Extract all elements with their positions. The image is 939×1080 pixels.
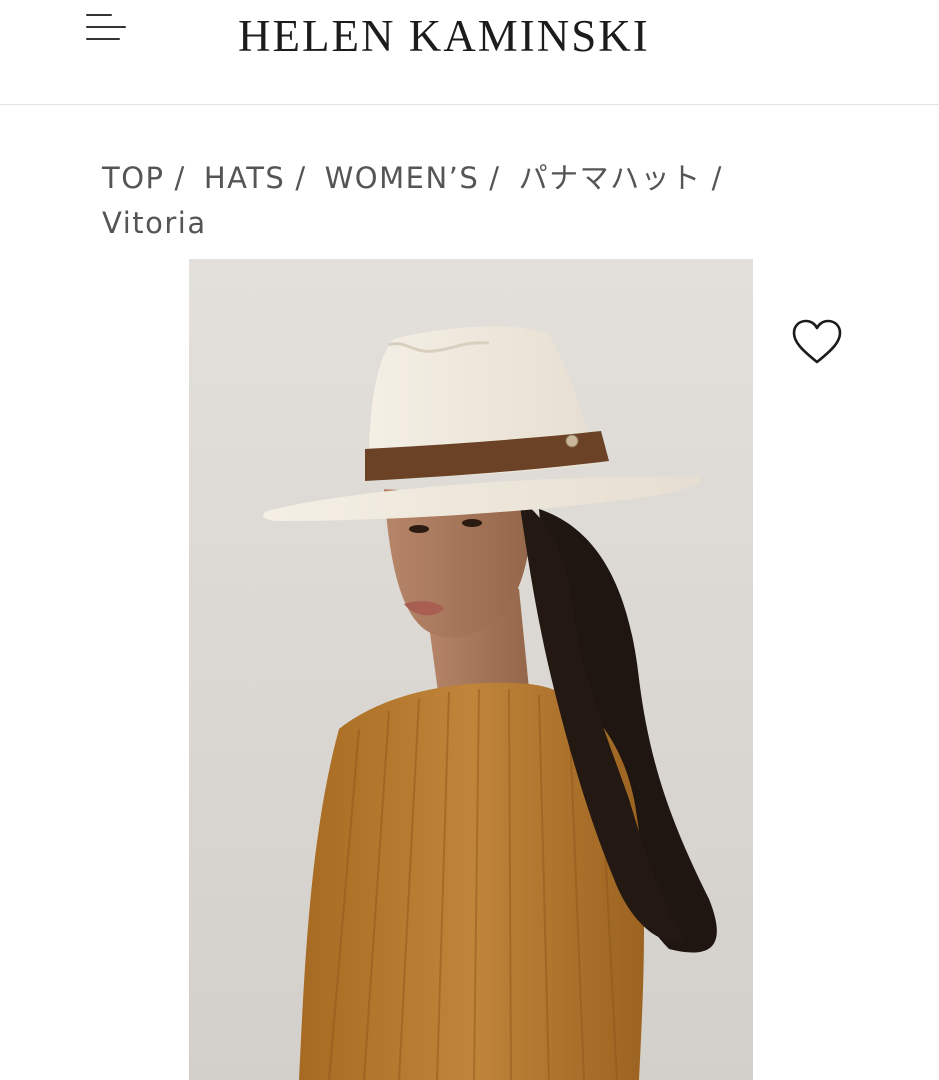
breadcrumb-item-womens[interactable]: WOMEN’S — [325, 161, 480, 195]
product-image[interactable] — [189, 259, 753, 1080]
brand-logo[interactable]: HELEN KAMINSKI — [238, 10, 650, 62]
breadcrumb-separator: / — [174, 161, 186, 195]
heart-outline-icon[interactable] — [790, 318, 844, 366]
site-header: HELEN KAMINSKI — [0, 0, 939, 105]
breadcrumb-separator: / — [489, 161, 501, 195]
breadcrumb-separator: / — [711, 161, 723, 195]
model-wearing-hat-photo — [189, 259, 753, 1080]
breadcrumb: TOP / HATS / WOMEN’S / パナマハット / Vitoria — [102, 156, 842, 246]
breadcrumb-current-product: Vitoria — [102, 206, 207, 240]
menu-line — [86, 14, 112, 16]
menu-line — [86, 38, 120, 40]
breadcrumb-item-top[interactable]: TOP — [102, 161, 165, 195]
breadcrumb-item-hats[interactable]: HATS — [204, 161, 286, 195]
menu-line — [86, 26, 126, 28]
hamburger-menu-icon[interactable] — [82, 10, 130, 48]
breadcrumb-item-panama-hat[interactable]: パナマハット — [519, 161, 702, 195]
breadcrumb-separator: / — [295, 161, 307, 195]
